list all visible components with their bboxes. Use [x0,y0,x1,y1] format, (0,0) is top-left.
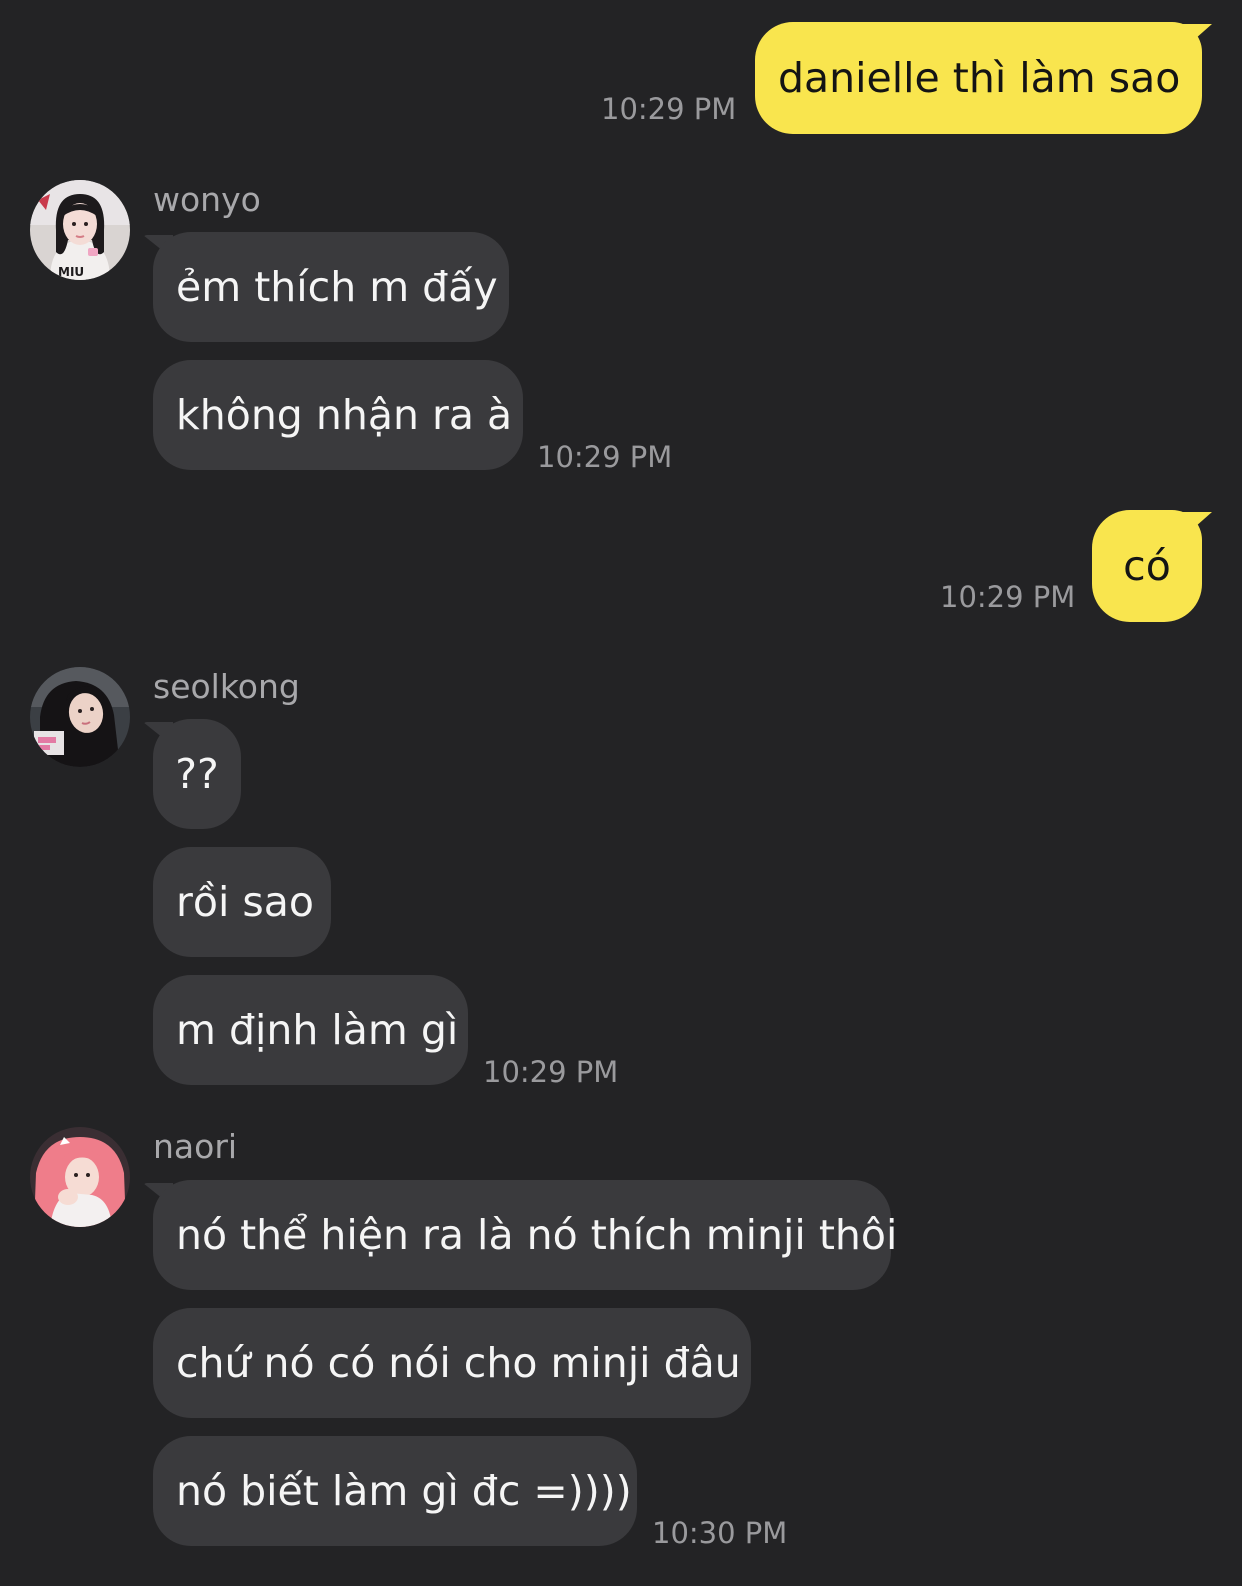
message-timestamp: 10:29 PM [537,440,673,474]
profile-photo-icon: MIU [30,180,130,280]
sender-name: wonyo [153,180,261,219]
message-timestamp: 10:30 PM [652,1516,788,1550]
outgoing-message-bubble[interactable]: có [1092,510,1202,622]
message-timestamp: 10:29 PM [601,92,737,126]
incoming-message-bubble[interactable]: chứ nó có nói cho minji đâu [153,1308,751,1418]
profile-photo-icon [30,667,130,767]
incoming-message-bubble[interactable]: ?? [153,719,241,829]
incoming-message-bubble[interactable]: không nhận ra à [153,360,523,470]
avatar-naori[interactable] [30,1127,130,1227]
incoming-message-bubble[interactable]: nó thể hiện ra là nó thích minji thôi [153,1180,897,1290]
message-timestamp: 10:29 PM [940,580,1076,614]
outgoing-message-bubble[interactable]: danielle thì làm sao [755,22,1202,134]
sender-name: naori [153,1127,238,1166]
svg-text:MIU: MIU [58,265,84,279]
avatar-wonyo[interactable]: MIU [30,180,130,280]
incoming-message-bubble[interactable]: m định làm gì [153,975,468,1085]
profile-photo-icon [30,1127,130,1227]
incoming-message-bubble[interactable]: nó biết làm gì đc =)))) [153,1436,637,1546]
message-timestamp: 10:29 PM [483,1055,619,1089]
incoming-message-bubble[interactable]: rồi sao [153,847,331,957]
sender-name: seolkong [153,667,300,706]
avatar-seolkong[interactable] [30,667,130,767]
incoming-message-bubble[interactable]: ẻm thích m đấy [153,232,509,342]
